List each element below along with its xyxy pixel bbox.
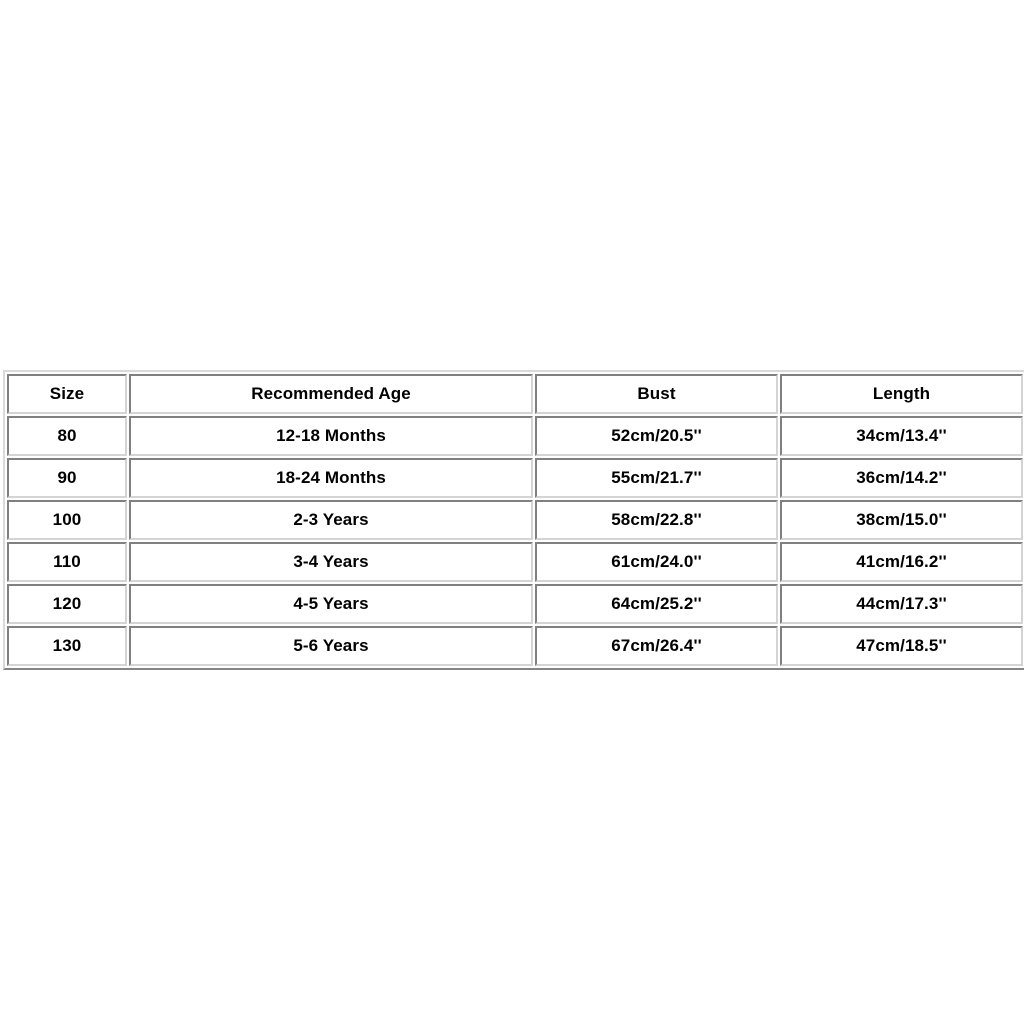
table-row: 100 2-3 Years 58cm/22.8'' 38cm/15.0'' (7, 500, 1023, 540)
cell-length: 38cm/15.0'' (780, 500, 1023, 540)
cell-age: 18-24 Months (129, 458, 533, 498)
table-row: 120 4-5 Years 64cm/25.2'' 44cm/17.3'' (7, 584, 1023, 624)
cell-size: 80 (7, 416, 127, 456)
column-header-bust: Bust (535, 374, 778, 414)
cell-age: 2-3 Years (129, 500, 533, 540)
column-header-age: Recommended Age (129, 374, 533, 414)
cell-length: 44cm/17.3'' (780, 584, 1023, 624)
cell-bust: 67cm/26.4'' (535, 626, 778, 666)
cell-size: 130 (7, 626, 127, 666)
cell-size: 110 (7, 542, 127, 582)
column-header-size: Size (7, 374, 127, 414)
table-row: 80 12-18 Months 52cm/20.5'' 34cm/13.4'' (7, 416, 1023, 456)
size-chart-container: Size Recommended Age Bust Length 80 12-1… (3, 370, 1024, 670)
cell-bust: 58cm/22.8'' (535, 500, 778, 540)
cell-age: 12-18 Months (129, 416, 533, 456)
cell-length: 34cm/13.4'' (780, 416, 1023, 456)
cell-age: 5-6 Years (129, 626, 533, 666)
cell-age: 4-5 Years (129, 584, 533, 624)
table-row: 110 3-4 Years 61cm/24.0'' 41cm/16.2'' (7, 542, 1023, 582)
cell-bust: 52cm/20.5'' (535, 416, 778, 456)
table-row: 130 5-6 Years 67cm/26.4'' 47cm/18.5'' (7, 626, 1023, 666)
cell-length: 47cm/18.5'' (780, 626, 1023, 666)
cell-bust: 55cm/21.7'' (535, 458, 778, 498)
column-header-length: Length (780, 374, 1023, 414)
cell-bust: 64cm/25.2'' (535, 584, 778, 624)
cell-size: 90 (7, 458, 127, 498)
table-row: 90 18-24 Months 55cm/21.7'' 36cm/14.2'' (7, 458, 1023, 498)
table-header-row: Size Recommended Age Bust Length (7, 374, 1023, 414)
size-chart-table: Size Recommended Age Bust Length 80 12-1… (3, 370, 1024, 670)
cell-size: 120 (7, 584, 127, 624)
cell-bust: 61cm/24.0'' (535, 542, 778, 582)
cell-length: 36cm/14.2'' (780, 458, 1023, 498)
cell-length: 41cm/16.2'' (780, 542, 1023, 582)
cell-age: 3-4 Years (129, 542, 533, 582)
cell-size: 100 (7, 500, 127, 540)
